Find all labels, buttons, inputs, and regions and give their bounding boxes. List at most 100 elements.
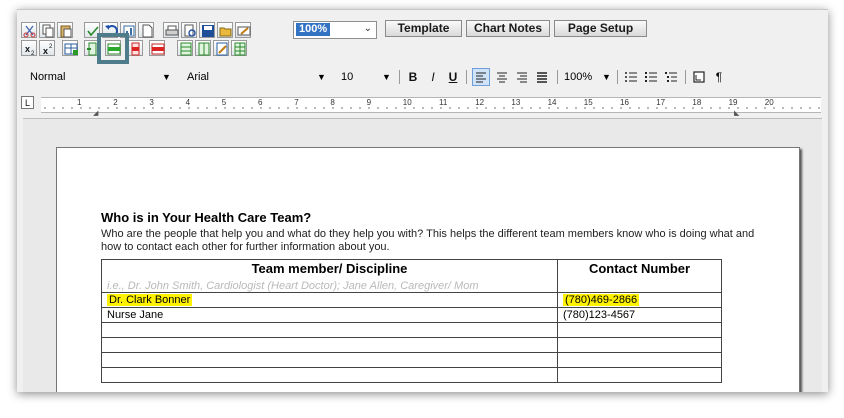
print-preview-icon[interactable] xyxy=(181,22,197,38)
right-indent-marker-icon[interactable]: ◣ xyxy=(734,109,739,117)
bold-button[interactable]: B xyxy=(405,69,421,85)
style-dropdown-arrow-icon[interactable]: ▼ xyxy=(162,68,171,86)
split-cells-icon[interactable] xyxy=(195,40,211,56)
separator xyxy=(685,70,686,84)
font-select[interactable]: Arial xyxy=(187,68,209,86)
font-dropdown-arrow-icon[interactable]: ▼ xyxy=(317,68,326,86)
member-name: Dr. Clark Bonner xyxy=(107,294,193,306)
member-cell[interactable] xyxy=(101,337,558,353)
ruler-number: 19 xyxy=(728,98,738,107)
table-grid-icon[interactable] xyxy=(231,40,247,56)
subscript-icon[interactable]: x2 xyxy=(21,40,37,57)
ruler-number: 12 xyxy=(475,98,485,107)
table-row[interactable] xyxy=(101,352,722,368)
template-button[interactable]: Template xyxy=(385,20,462,37)
member-cell[interactable]: Dr. Clark Bonner xyxy=(101,292,558,308)
ruler-number: 6 xyxy=(258,98,263,107)
table-row[interactable] xyxy=(101,337,722,353)
left-indent-marker-icon[interactable]: ◢ xyxy=(93,109,98,117)
align-justify-icon[interactable] xyxy=(534,69,550,85)
ruler-number: 8 xyxy=(330,98,335,107)
member-cell[interactable] xyxy=(101,322,558,338)
document-area: Who is in Your Health Care Team? Who are… xyxy=(23,118,822,392)
page-setup-button[interactable]: Page Setup xyxy=(554,20,647,37)
contact-cell[interactable]: (780)469-2866 xyxy=(557,292,722,308)
show-formatting-button[interactable]: ¶ xyxy=(711,69,727,85)
contact-cell[interactable] xyxy=(557,322,722,338)
bullet-list-icon[interactable] xyxy=(643,69,659,85)
edit-pencil-icon[interactable] xyxy=(235,22,251,38)
header-cell: Team member/ Discipline i.e., Dr. John S… xyxy=(101,259,558,293)
ruler-number: 7 xyxy=(294,98,299,107)
ruler-number: 10 xyxy=(402,98,412,107)
team-table[interactable]: Team member/ Discipline i.e., Dr. John S… xyxy=(101,259,722,383)
print-icon[interactable] xyxy=(163,22,179,38)
superscript-icon[interactable]: x2 xyxy=(39,40,55,56)
separator xyxy=(617,70,618,84)
ruler-number: 20 xyxy=(764,98,774,107)
column-header-member: Team member/ Discipline xyxy=(251,261,408,276)
page-border-icon[interactable] xyxy=(691,69,707,85)
zoom-select[interactable]: 100% ⌄ xyxy=(293,21,377,39)
ruler-number: 14 xyxy=(547,98,557,107)
open-folder-icon[interactable] xyxy=(217,22,233,38)
contact-cell[interactable]: (780)123-4567 xyxy=(557,307,722,323)
align-right-icon[interactable] xyxy=(514,69,530,85)
document-page[interactable]: Who is in Your Health Care Team? Who are… xyxy=(56,147,800,392)
ruler-number: 18 xyxy=(692,98,702,107)
contact-number: (780)469-2866 xyxy=(563,294,640,306)
svg-text:2: 2 xyxy=(31,51,35,57)
window-top-edge xyxy=(17,9,828,10)
table-row[interactable] xyxy=(101,322,722,338)
copy-icon[interactable] xyxy=(39,22,55,38)
multilevel-list-icon[interactable] xyxy=(663,69,679,85)
merge-cells-icon[interactable] xyxy=(177,40,193,56)
ruler-number: 3 xyxy=(149,98,154,107)
italic-button[interactable]: I xyxy=(425,69,441,85)
tab-stop-selector-icon[interactable]: L xyxy=(21,96,34,109)
zoom-dropdown-arrow-icon[interactable]: ▼ xyxy=(602,68,611,86)
underline-button[interactable]: U xyxy=(445,69,461,85)
new-document-icon[interactable] xyxy=(138,22,154,38)
chart-notes-button[interactable]: Chart Notes xyxy=(466,20,550,37)
insert-table-icon[interactable] xyxy=(62,40,78,56)
align-center-icon[interactable] xyxy=(494,69,510,85)
numbered-list-icon[interactable] xyxy=(623,69,639,85)
delete-row-icon[interactable] xyxy=(149,40,165,56)
ruler-number: 5 xyxy=(221,98,227,107)
member-name: Nurse Jane xyxy=(107,309,164,321)
paste-icon[interactable] xyxy=(57,22,73,38)
paragraph-zoom-select[interactable]: 100% xyxy=(564,68,592,86)
editor-window: 100% ⌄ Template Chart Notes Page Setup x… xyxy=(17,9,828,392)
svg-text:2: 2 xyxy=(49,44,53,50)
contact-cell[interactable] xyxy=(557,352,722,368)
separator xyxy=(466,70,467,84)
save-icon[interactable] xyxy=(199,22,215,38)
member-cell[interactable] xyxy=(101,352,558,368)
ruler: L 1 2 3 4 5 6 7 8 9 10 11 12 13 14 15 16 17 18 19 20 ◢ ◣ xyxy=(17,94,828,117)
size-dropdown-arrow-icon[interactable]: ▼ xyxy=(382,68,391,86)
ruler-number: 15 xyxy=(583,98,593,107)
table-row[interactable] xyxy=(101,367,722,383)
style-select[interactable]: Normal xyxy=(30,68,65,86)
table-properties-icon[interactable] xyxy=(213,40,229,56)
align-left-icon[interactable] xyxy=(472,68,490,86)
table-header-row: Team member/ Discipline i.e., Dr. John S… xyxy=(101,259,722,293)
separator xyxy=(557,70,558,84)
ruler-scale xyxy=(41,97,821,113)
contact-cell[interactable] xyxy=(557,367,722,383)
delete-column-icon[interactable] xyxy=(127,40,143,56)
font-size-select[interactable]: 10 xyxy=(341,68,353,86)
ruler-number: 2 xyxy=(113,98,118,107)
member-cell[interactable] xyxy=(101,367,558,383)
selection-highlight-box xyxy=(97,33,129,64)
ruler-number: 13 xyxy=(511,98,521,107)
svg-text:x: x xyxy=(43,46,48,56)
contact-number: (780)123-4567 xyxy=(563,309,636,321)
table-row[interactable]: Dr. Clark Bonner (780)469-2866 xyxy=(101,292,722,308)
contact-cell[interactable] xyxy=(557,337,722,353)
table-row[interactable]: Nurse Jane (780)123-4567 xyxy=(101,307,722,323)
cut-icon[interactable] xyxy=(21,22,37,38)
ruler-number: 11 xyxy=(439,98,448,107)
member-cell[interactable]: Nurse Jane xyxy=(101,307,558,323)
